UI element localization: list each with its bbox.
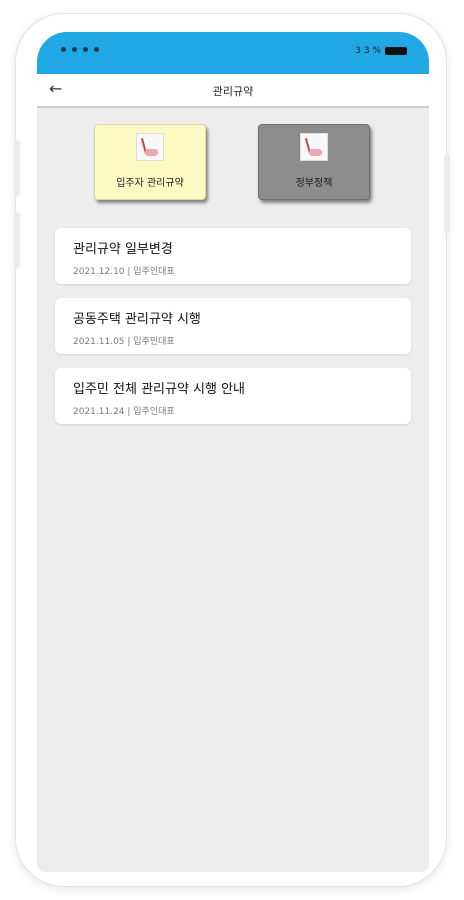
post-meta: 2021.11.05 | 입주민대표	[73, 334, 393, 347]
list-item[interactable]: 입주민 전체 관리규약 시행 안내 2021.11.24 | 입주인대표	[55, 368, 411, 424]
document-icon	[300, 133, 328, 161]
location-icon	[94, 47, 99, 52]
app-header: ← 관리규약	[37, 74, 429, 108]
status-indicators	[61, 47, 99, 52]
app-screen: 3 3 % ← 관리규약 입주자 관리규약 정부정책 관리규약 일부변경 202…	[37, 32, 429, 872]
tile-resident-rules[interactable]: 입주자 관리규약	[94, 124, 206, 200]
list-item[interactable]: 공동주택 관리규약 시행 2021.11.05 | 입주민대표	[55, 298, 411, 354]
signal-icon	[72, 47, 77, 52]
tile-label: 입주자 관리규약	[116, 178, 184, 189]
post-date: 2021.12.10	[73, 267, 125, 277]
volume-up-button	[14, 140, 20, 196]
wifi-icon	[83, 47, 88, 52]
tile-label: 정부정책	[295, 178, 333, 189]
list-item[interactable]: 관리규약 일부변경 2021.12.10 | 입주인대표	[55, 228, 411, 284]
volume-down-button	[14, 212, 20, 268]
post-title: 입주민 전체 관리규약 시행 안내	[73, 382, 246, 397]
category-tiles: 입주자 관리규약 정부정책	[37, 108, 429, 228]
post-meta: 2021.11.24 | 입주인대표	[73, 404, 393, 417]
page-title: 관리규약	[212, 85, 254, 98]
post-author: 입주인대표	[133, 267, 175, 277]
power-button	[444, 154, 450, 234]
status-right: 3 3 %	[355, 46, 407, 56]
meta-separator: |	[124, 267, 134, 277]
post-date: 2021.11.05	[73, 337, 125, 347]
post-author: 입주민대표	[133, 337, 175, 347]
post-author: 입주인대표	[133, 407, 175, 417]
meta-separator: |	[124, 407, 134, 417]
post-title: 공동주택 관리규약 시행	[73, 312, 201, 327]
battery-percent: 3 3 %	[355, 46, 381, 56]
battery-icon	[385, 47, 407, 55]
post-list: 관리규약 일부변경 2021.12.10 | 입주인대표 공동주택 관리규약 시…	[37, 228, 429, 424]
meta-separator: |	[124, 337, 134, 347]
post-date: 2021.11.24	[73, 407, 125, 417]
status-bar: 3 3 %	[37, 32, 429, 74]
tile-government-policy[interactable]: 정부정책	[258, 124, 370, 200]
post-title: 관리규약 일부변경	[73, 242, 173, 257]
document-icon	[136, 133, 164, 161]
notification-icon	[61, 47, 66, 52]
post-meta: 2021.12.10 | 입주인대표	[73, 264, 393, 277]
